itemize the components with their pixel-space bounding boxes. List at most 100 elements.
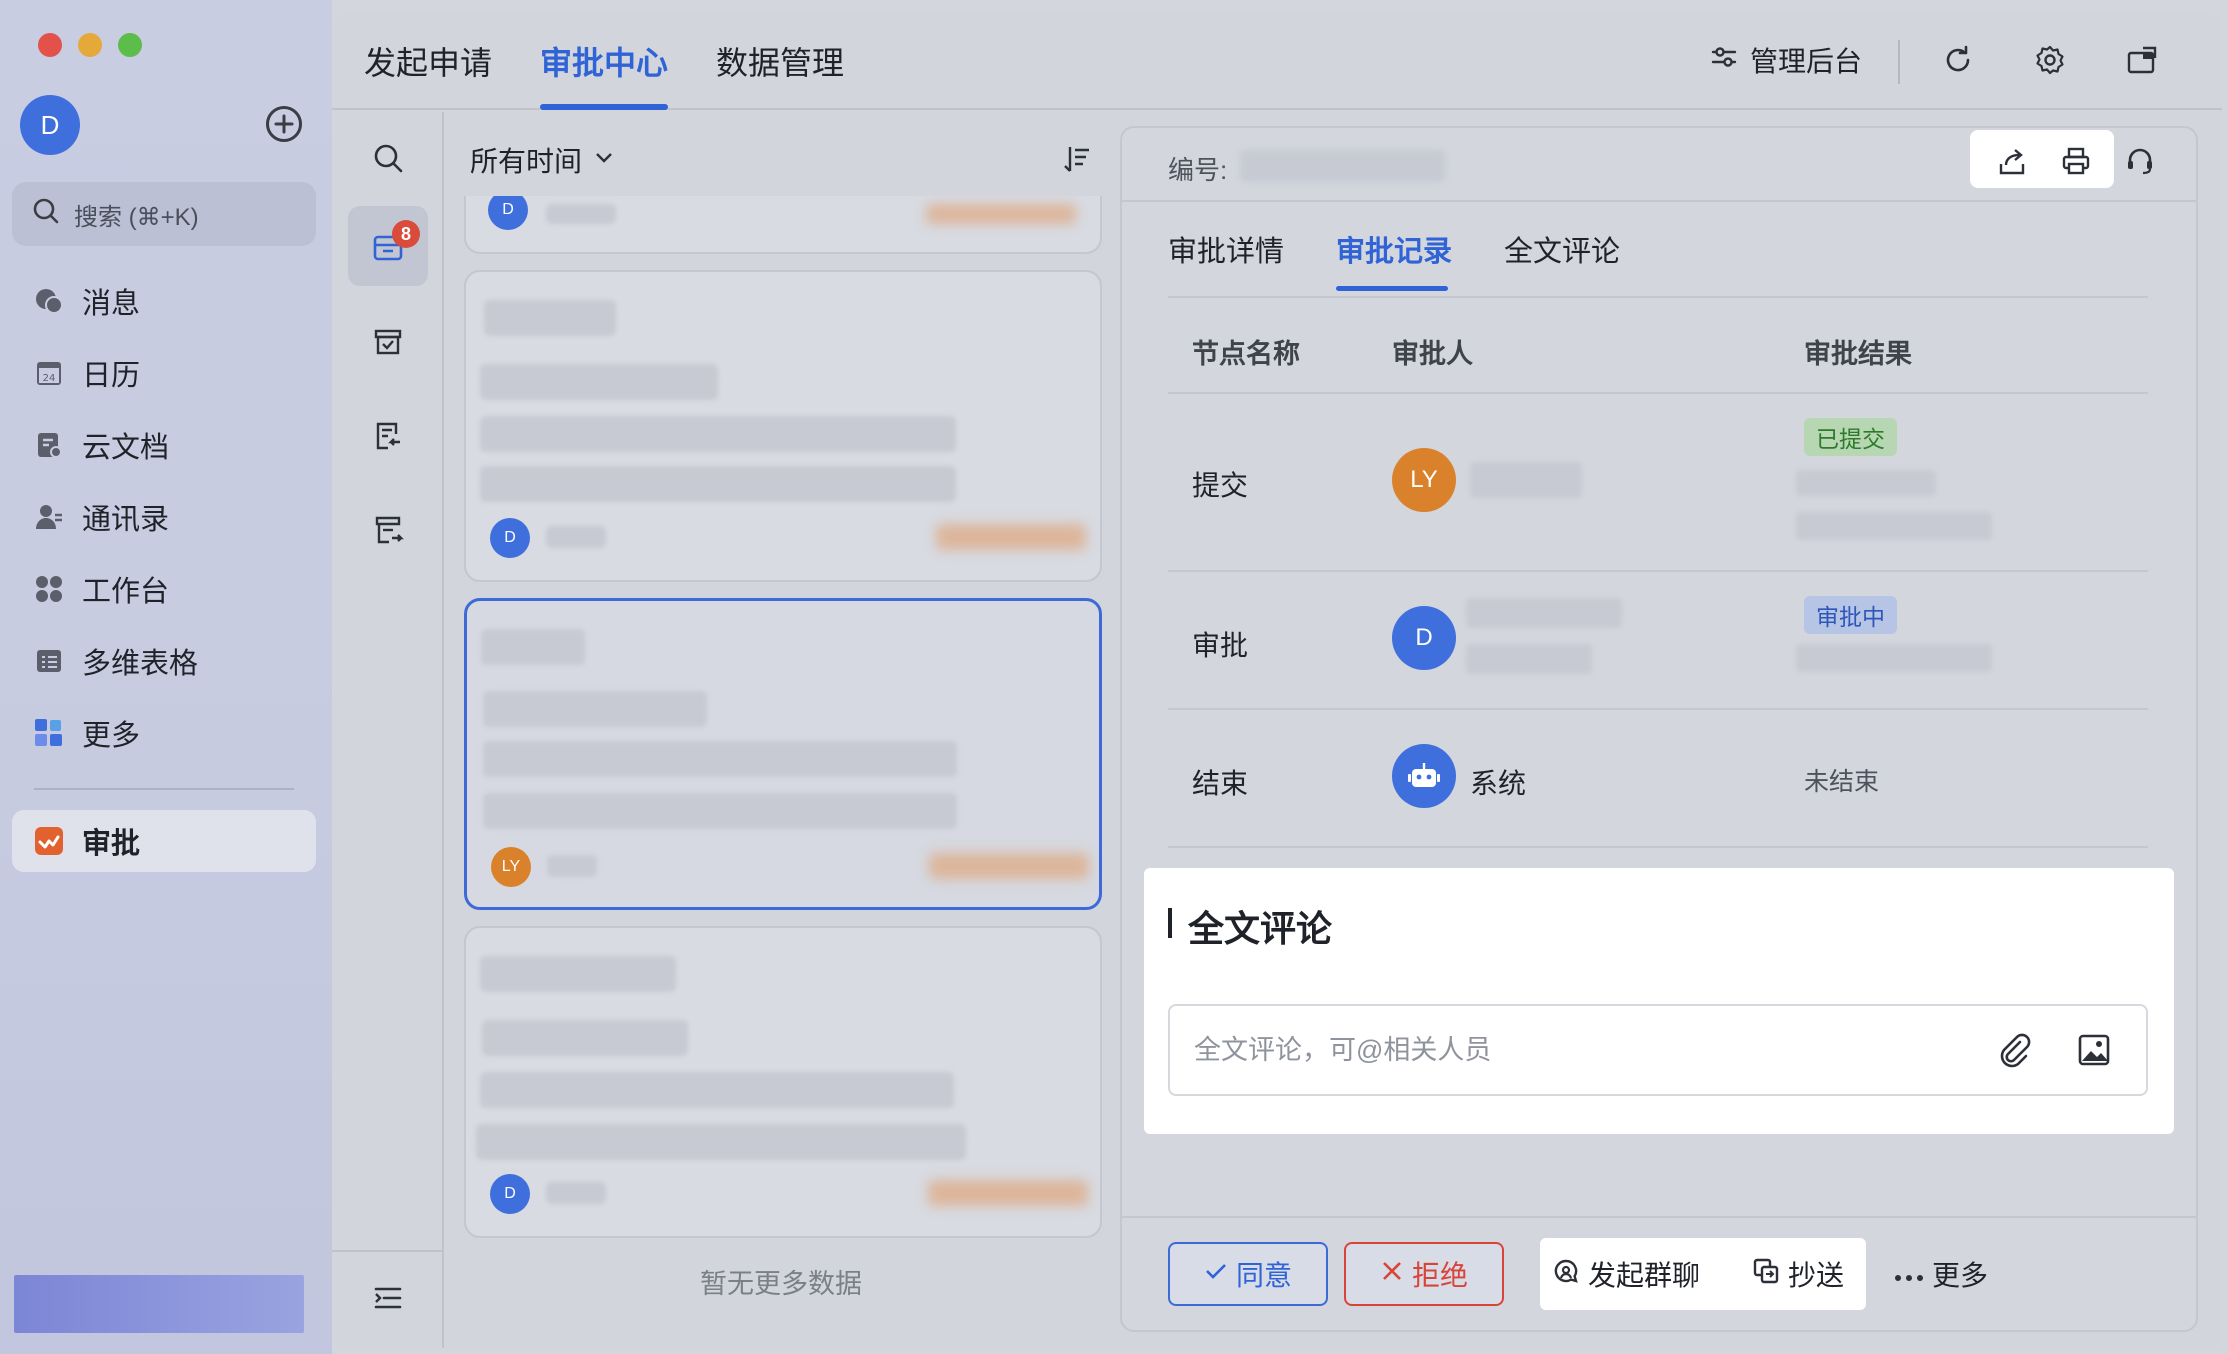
start-group-chat-button[interactable]: 发起群聊 <box>1552 1242 1700 1306</box>
image-upload-icon[interactable] <box>2074 1030 2114 1070</box>
node-name: 结束 <box>1192 768 1249 799</box>
approver-avatar[interactable]: LY <box>1392 448 1456 512</box>
group-chat-icon <box>1552 1257 1580 1292</box>
row-divider <box>1168 392 2148 394</box>
time-filter-label: 所有时间 <box>470 146 583 177</box>
sidebar-item-messages[interactable]: 消息 <box>12 270 316 332</box>
cc-copy-icon <box>1752 1257 1780 1292</box>
approval-icon <box>34 826 64 856</box>
check-icon <box>1204 1258 1228 1290</box>
sort-icon[interactable] <box>1062 144 1092 179</box>
status-badge-in-progress: 审批中 <box>1804 596 1897 634</box>
reject-button[interactable]: 拒绝 <box>1344 1242 1504 1306</box>
refresh-icon[interactable] <box>1940 42 1976 78</box>
minimize-window-button[interactable] <box>78 33 102 57</box>
settings-gear-icon[interactable] <box>2032 42 2068 78</box>
reject-label: 拒绝 <box>1411 1260 1468 1291</box>
sidebar-item-approval[interactable]: 审批 <box>12 810 316 872</box>
tab-full-comments[interactable]: 全文评论 <box>1504 228 1620 270</box>
list-item[interactable]: D <box>464 196 1102 254</box>
submitted-doc-icon[interactable] <box>348 396 428 476</box>
attachment-paperclip-icon[interactable] <box>1994 1030 2034 1070</box>
sidebar-item-workspace[interactable]: 工作台 <box>12 558 316 620</box>
tab-data-management[interactable]: 数据管理 <box>716 38 844 84</box>
close-icon <box>1380 1258 1404 1290</box>
tab-approval-record[interactable]: 审批记录 <box>1336 228 1452 270</box>
row-divider <box>1168 846 2148 848</box>
column-header-approver: 审批人 <box>1392 339 1473 369</box>
collapse-menu-icon[interactable] <box>348 1258 428 1338</box>
avatar: LY <box>491 847 531 887</box>
add-icon[interactable] <box>266 106 302 142</box>
tab-approval-details[interactable]: 审批详情 <box>1168 228 1284 270</box>
svg-text:24: 24 <box>43 373 56 384</box>
sidebar-item-label: 更多 <box>82 720 141 752</box>
list-item[interactable]: D <box>464 926 1102 1238</box>
search-icon <box>32 197 60 232</box>
sidebar-item-bitable[interactable]: 多维表格 <box>12 630 316 692</box>
search-icon[interactable] <box>348 118 428 198</box>
node-name: 提交 <box>1192 470 1249 501</box>
sidebar-item-contacts[interactable]: 通讯录 <box>12 486 316 548</box>
tab-submit-request[interactable]: 发起申请 <box>364 38 492 84</box>
admin-console-button[interactable]: 管理后台 <box>1710 40 1862 80</box>
sidebar-item-label: 日历 <box>82 360 141 392</box>
approve-label: 同意 <box>1235 1260 1292 1291</box>
sidebar-banner <box>14 1275 304 1333</box>
approver-avatar[interactable]: D <box>1392 606 1456 670</box>
no-more-data-text: 暂无更多数据 <box>700 1269 862 1299</box>
tab-approval-center[interactable]: 审批中心 <box>540 38 668 84</box>
new-window-icon[interactable] <box>2124 42 2160 78</box>
approve-button[interactable]: 同意 <box>1168 1242 1328 1306</box>
footer-divider <box>1120 1216 2198 1218</box>
approval-detail-panel <box>1120 126 2198 1332</box>
global-search[interactable]: 搜索 (⌘+K) <box>12 182 316 246</box>
table-icon <box>34 646 64 676</box>
node-name: 审批 <box>1192 630 1249 661</box>
maximize-window-button[interactable] <box>118 33 142 57</box>
sidebar-item-docs[interactable]: 云文档 <box>12 414 316 476</box>
share-icon[interactable] <box>1994 144 2030 178</box>
message-icon <box>34 286 64 316</box>
column-header-result: 审批结果 <box>1804 339 1912 369</box>
contacts-icon <box>34 502 64 532</box>
avatar: D <box>488 196 528 230</box>
close-window-button[interactable] <box>38 33 62 57</box>
status-badge-submitted: 已提交 <box>1804 418 1897 456</box>
sliders-icon <box>1710 43 1738 78</box>
result-text: 未结束 <box>1804 768 1880 796</box>
admin-label: 管理后台 <box>1750 46 1863 77</box>
list-item-selected[interactable]: LY <box>464 598 1102 910</box>
workspace-icon <box>34 574 64 604</box>
more-actions-button[interactable]: 更多 <box>1894 1242 1988 1306</box>
serial-number-label: 编号: <box>1168 155 1228 185</box>
archive-icon[interactable] <box>348 302 428 382</box>
pending-count-badge: 8 <box>392 220 420 248</box>
column-divider <box>332 1250 444 1252</box>
sidebar-item-label: 审批 <box>82 828 141 860</box>
more-apps-icon <box>34 718 64 748</box>
sidebar-item-calendar[interactable]: 24 日历 <box>12 342 316 404</box>
user-avatar[interactable]: D <box>20 95 80 155</box>
robot-icon <box>1392 744 1456 808</box>
pending-inbox-icon[interactable] <box>348 206 428 286</box>
avatar: D <box>490 1174 530 1214</box>
more-label: 更多 <box>1932 1260 1989 1291</box>
print-icon[interactable] <box>2058 144 2094 178</box>
row-divider <box>1168 570 2148 572</box>
list-item[interactable]: D <box>464 270 1102 582</box>
approval-filter-column <box>332 112 444 1348</box>
section-marker <box>1168 908 1172 938</box>
toolbar-divider <box>1898 40 1900 84</box>
avatar: D <box>490 518 530 558</box>
search-placeholder: 搜索 (⌘+K) <box>74 203 199 231</box>
comment-section-title: 全文评论 <box>1188 908 1333 949</box>
cc-button[interactable]: 抄送 <box>1752 1242 1844 1306</box>
ellipsis-icon <box>1894 1258 1924 1290</box>
cc-box-icon[interactable] <box>348 490 428 570</box>
time-filter-dropdown[interactable]: 所有时间 <box>470 140 616 180</box>
customer-service-icon[interactable] <box>2122 144 2158 178</box>
calendar-icon: 24 <box>34 358 64 388</box>
row-divider <box>1168 708 2148 710</box>
sidebar-item-more[interactable]: 更多 <box>12 702 316 764</box>
